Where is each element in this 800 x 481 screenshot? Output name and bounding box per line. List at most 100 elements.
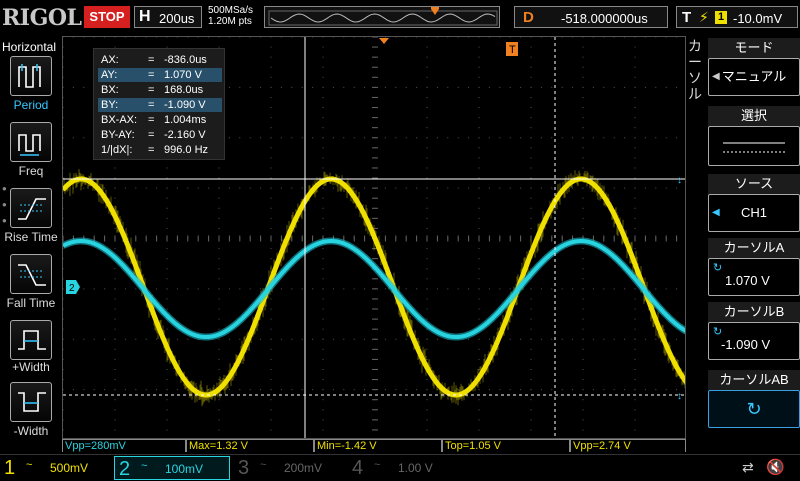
grid-dot [63, 57, 64, 58]
grid-dot [395, 137, 396, 138]
grid-dot [167, 309, 168, 310]
grid-dot [229, 37, 230, 38]
measure-pos-width-button[interactable] [10, 320, 52, 360]
grid-dot [323, 298, 324, 299]
grid-dot [63, 278, 64, 279]
grid-dot [63, 67, 64, 68]
grid-dot [115, 228, 116, 229]
grid-dot [645, 389, 646, 390]
grid-dot [83, 188, 84, 189]
grid-dot [479, 117, 480, 118]
grid-dot [427, 167, 428, 168]
grid-dot [167, 178, 168, 179]
grid-dot [333, 339, 334, 340]
grid-dot [115, 429, 116, 430]
measure-freq-button[interactable] [10, 122, 52, 162]
grid-dot [572, 389, 573, 390]
grid-dot [603, 288, 604, 289]
grid-dot [583, 389, 584, 390]
grid-dot [510, 389, 511, 390]
trigger-source: 1 [715, 11, 727, 24]
measure-rise-time-label: Rise Time [0, 230, 62, 244]
channel-3-tab[interactable]: 3 ~ 200mV [234, 456, 346, 480]
horizontal-label: H [139, 8, 151, 26]
grid-dot [427, 389, 428, 390]
grid-dot [354, 339, 355, 340]
mode-value-box[interactable]: ◀ マニュアル [708, 58, 800, 96]
timebase-value: 200us [159, 11, 194, 26]
run-stop-indicator[interactable]: STOP [84, 6, 130, 28]
cursor-ab-value-box[interactable]: ↻ [708, 390, 800, 428]
measure-neg-width-button[interactable] [10, 382, 52, 422]
measurement-item[interactable]: Vpp=2.74 V [570, 439, 686, 452]
grid-dot [125, 37, 126, 38]
grid-dot [510, 137, 511, 138]
grid-dot [510, 339, 511, 340]
measurement-item[interactable]: Vpp=280mV [62, 439, 186, 452]
select-value-box[interactable] [708, 126, 800, 166]
grid-dot [499, 188, 500, 189]
cursor-b-menu-item[interactable]: カーソルB ↻ -1.090 V [708, 302, 800, 360]
grid-dot [666, 137, 667, 138]
grid-dot [531, 309, 532, 310]
measure-fall-time-button[interactable] [10, 254, 52, 294]
grid-dot [427, 278, 428, 279]
scroll-down-icon[interactable]: ● [2, 216, 7, 225]
grid-dot [562, 137, 563, 138]
grid-dot [167, 258, 168, 259]
measure-period-button[interactable] [10, 56, 52, 96]
horizontal-timebase[interactable]: H 200us [134, 6, 202, 28]
grid-dot [364, 288, 365, 289]
grid-dot [323, 218, 324, 219]
grid-dot [167, 198, 168, 199]
channel-1-tab[interactable]: 1 ~ 500mV [0, 456, 112, 480]
channel-4-tab[interactable]: 4 ~ 1.00 V [348, 456, 460, 480]
cursor-a-menu-item[interactable]: カーソルA ↻ 1.070 V [708, 238, 800, 296]
select-menu-item[interactable]: 選択 [708, 106, 800, 166]
scroll-up-icon[interactable]: ● [2, 184, 7, 193]
grid-dot [167, 419, 168, 420]
grid-dot [572, 137, 573, 138]
horizontal-delay[interactable]: D -518.000000us [514, 6, 668, 28]
source-menu-item[interactable]: ソース ◀ CH1 [708, 174, 800, 232]
cursor-a-title: カーソルA [708, 238, 800, 258]
grid-dot [624, 87, 625, 88]
grid-dot [271, 97, 272, 98]
trigger-status[interactable]: T ⚡ 1 -10.0mV [676, 6, 798, 28]
grid-dot [583, 399, 584, 400]
scroll-mid-icon: ● [2, 200, 7, 209]
grid-dot [343, 37, 344, 38]
grid-dot [531, 319, 532, 320]
cursor-ab-menu-item[interactable]: カーソルAB ↻ [708, 370, 800, 428]
grid-dot [219, 349, 220, 350]
grid-dot [333, 37, 334, 38]
cursor-b-value-box[interactable]: ↻ -1.090 V [708, 322, 800, 360]
grid-dot [219, 288, 220, 289]
source-value-box[interactable]: ◀ CH1 [708, 194, 800, 232]
channel-2-tab[interactable]: 2 ~ 100mV [114, 456, 230, 480]
grid-dot [479, 268, 480, 269]
measure-rise-time-button[interactable] [10, 188, 52, 228]
grid-dot [645, 339, 646, 340]
grid-dot [479, 157, 480, 158]
grid-dot [479, 409, 480, 410]
grid-dot [239, 188, 240, 189]
readout-key: BX: [101, 83, 119, 97]
grid-dot [271, 298, 272, 299]
grid-dot [635, 369, 636, 370]
mode-menu-item[interactable]: モード ◀ マニュアル [708, 38, 800, 96]
grid-dot [385, 288, 386, 289]
grid-dot [427, 157, 428, 158]
grid-dot [531, 419, 532, 420]
measurement-item[interactable]: Min=-1.42 V [314, 439, 442, 452]
measurement-item[interactable]: Max=1.32 V [186, 439, 314, 452]
grid-dot [219, 409, 220, 410]
grid-dot [437, 188, 438, 189]
grid-dot [583, 349, 584, 350]
memory-overview[interactable] [264, 6, 500, 28]
speaker-muted-icon[interactable]: 🔇 [766, 458, 785, 476]
grid-dot [427, 399, 428, 400]
grid-dot [312, 339, 313, 340]
cursor-a-value-box[interactable]: ↻ 1.070 V [708, 258, 800, 296]
measurement-item[interactable]: Top=1.05 V [442, 439, 570, 452]
